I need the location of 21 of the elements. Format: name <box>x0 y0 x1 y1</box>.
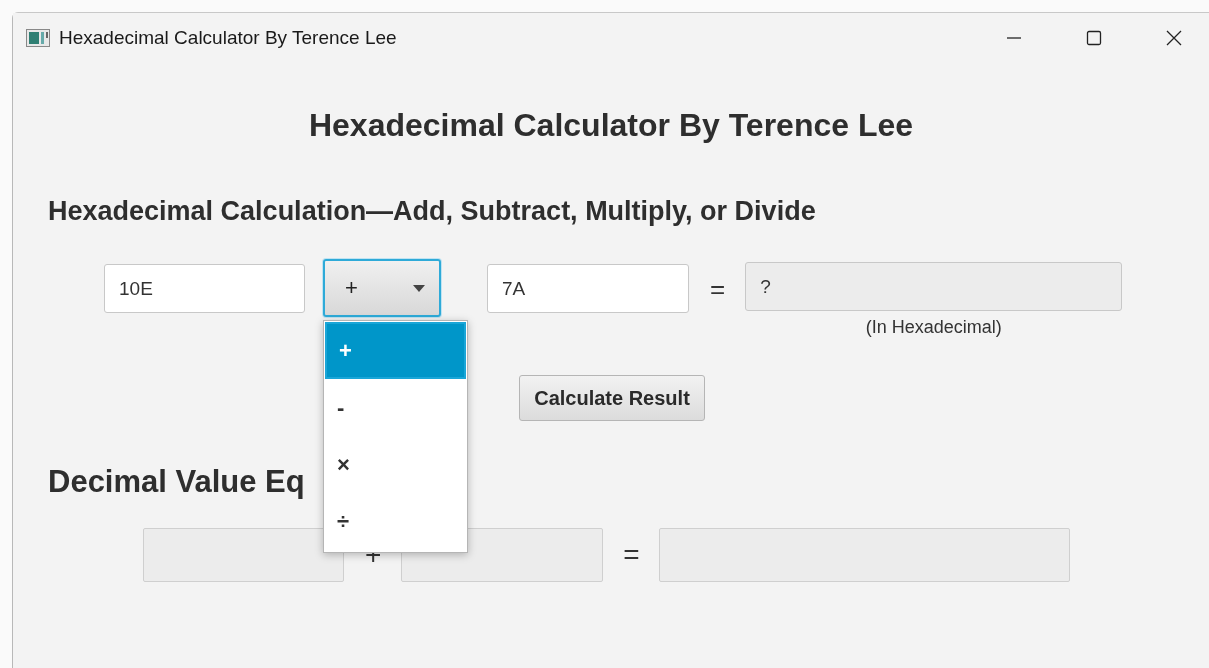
result-field[interactable]: ? <box>745 262 1123 311</box>
equals-sign: = <box>710 274 726 305</box>
equals-sign: = <box>623 539 640 571</box>
maximize-icon[interactable] <box>1086 29 1102 46</box>
section-heading: Hexadecimal Calculation—Add, Subtract, Multiply, or Divide <box>48 195 816 228</box>
operator-dropdown[interactable]: + <box>323 259 441 317</box>
hex-input-field[interactable]: 10E <box>104 264 305 313</box>
window-title: Hexadecimal Calculator By Terence Lee <box>59 26 397 49</box>
decimal-result-field[interactable] <box>658 528 1070 582</box>
calculate-button[interactable]: Calculate Result <box>519 375 705 421</box>
section-heading: Decimal Value Eq <box>48 464 305 500</box>
dropdown-option[interactable]: - <box>325 379 466 436</box>
close-icon[interactable] <box>1166 29 1182 46</box>
result-note: (In Hexadecimal) <box>865 317 1002 338</box>
dropdown-option[interactable]: ÷ <box>325 493 466 550</box>
hex-input-field[interactable]: 7A <box>487 264 689 313</box>
app-icon <box>26 28 50 47</box>
decimal-field[interactable] <box>143 528 344 582</box>
dropdown-option[interactable]: × <box>325 436 466 493</box>
app-heading: Hexadecimal Calculator By Terence Lee <box>307 106 915 145</box>
caret-icon <box>413 284 425 292</box>
